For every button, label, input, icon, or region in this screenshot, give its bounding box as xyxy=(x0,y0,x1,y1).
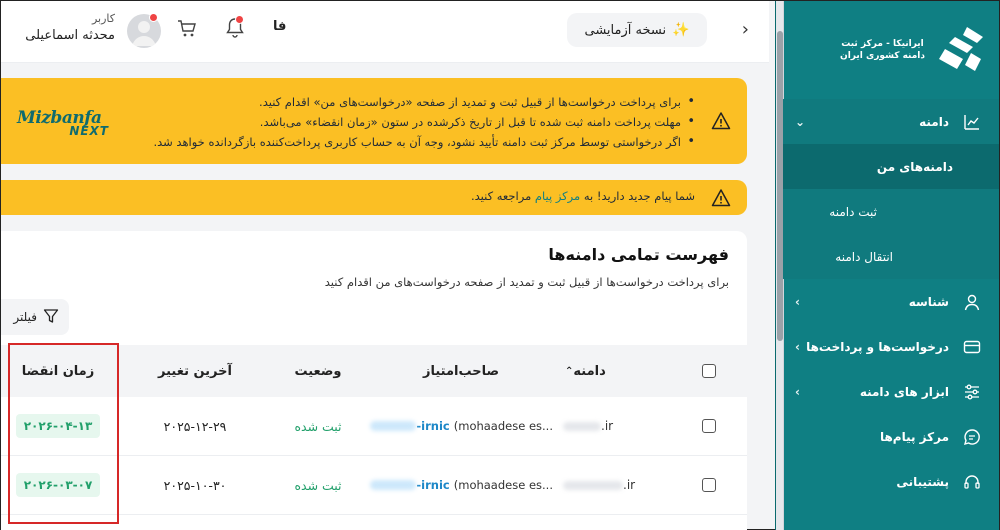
page-subtitle: برای پرداخت درخواست‌ها از قبیل ثبت و تمد… xyxy=(324,275,729,289)
alert-item: مهلت پرداخت دامنه ثبت شده تا قبل از تاری… xyxy=(153,112,695,132)
redacted-domain xyxy=(563,421,601,431)
chevron-left-icon: › xyxy=(795,339,800,354)
warning-icon xyxy=(711,188,731,208)
warning-icon xyxy=(711,111,731,131)
chevron-down-icon: ⌄ xyxy=(795,114,806,129)
sidebar-item-message-center[interactable]: مرکز پیام‌ها xyxy=(783,414,999,459)
alert-list: برای پرداخت درخواست‌ها از قبیل ثبت و تمد… xyxy=(153,92,695,152)
message-text: شما پیام جدید دارید! به مرکز پیام مراجعه… xyxy=(471,189,695,203)
domain-tld: .ir xyxy=(623,478,636,492)
domain-tld: .ir xyxy=(601,419,614,433)
chart-icon xyxy=(961,111,983,133)
demo-version-button[interactable]: ✨ نسخه آزمایشی xyxy=(567,13,707,47)
message-prefix: شما پیام جدید دارید! به xyxy=(583,189,695,203)
sliders-icon xyxy=(961,381,983,403)
chevron-left-icon: › xyxy=(795,294,800,309)
sidebar-nav: دامنه ⌄ دامنه‌های من ثبت دامنه انتقال دا… xyxy=(783,99,999,504)
chevron-left-icon: › xyxy=(795,384,800,399)
status-badge: ثبت شده xyxy=(294,418,342,434)
sidebar-item-label: مرکز پیام‌ها xyxy=(879,429,949,444)
alert-item: اگر درخواستی توسط مرکز ثبت دامنه تأیید ن… xyxy=(153,132,695,152)
cart-icon[interactable] xyxy=(177,19,197,39)
sidebar-item-domain-tools[interactable]: ابزار های دامنه › xyxy=(783,369,999,414)
mizbanfa-logo: Mizbanfa NEXT xyxy=(17,108,109,138)
user-icon xyxy=(961,291,983,313)
sidebar-item-my-domains[interactable]: دامنه‌های من xyxy=(783,144,999,189)
headset-icon xyxy=(961,471,983,493)
filter-icon xyxy=(43,308,59,327)
sidebar-item-label: انتقال دامنه xyxy=(835,249,893,264)
sidebar: ایرانیکا - مرکز ثبت دامنه کشوری ایران دا… xyxy=(775,1,999,530)
sidebar-item-transfer-domain[interactable]: انتقال دامنه xyxy=(783,234,999,279)
info-alert: برای پرداخت درخواست‌ها از قبیل ثبت و تمد… xyxy=(1,78,747,164)
sidebar-item-label: شناسه xyxy=(908,294,949,309)
message-center-link[interactable]: مرکز پیام xyxy=(535,189,580,203)
notification-dot xyxy=(235,15,244,24)
col-owner: صاحب‌امتیاز xyxy=(422,363,500,379)
language-switch[interactable]: فا xyxy=(273,19,286,34)
message-suffix: مراجعه کنید. xyxy=(470,189,532,203)
sidebar-item-register-domain[interactable]: ثبت دامنه xyxy=(783,189,999,234)
card-icon xyxy=(961,336,983,358)
domains-table: دامنه ⌃ صاحب‌امتیاز وضعیت آخرین تغییر زما… xyxy=(1,345,747,515)
sidebar-item-identity[interactable]: شناسه › xyxy=(783,279,999,324)
sidebar-item-support[interactable]: پشتیبانی xyxy=(783,459,999,504)
sidebar-item-label: دامنه‌های من xyxy=(876,159,953,174)
demo-label: نسخه آزمایشی xyxy=(584,22,667,38)
expire-date-badge: ۲۰۲۶-۰۴-۱۳ xyxy=(15,414,101,438)
filter-button[interactable]: فیلتر xyxy=(1,299,69,335)
avatar-status-dot xyxy=(149,13,158,22)
chat-icon xyxy=(961,426,983,448)
message-alert: شما پیام جدید دارید! به مرکز پیام مراجعه… xyxy=(1,180,747,215)
sidebar-item-label: دامنه xyxy=(919,114,949,129)
sort-arrow-icon: ⌃ xyxy=(565,365,574,377)
user-role: کاربر xyxy=(91,12,115,25)
irnic-logo-icon xyxy=(939,27,983,71)
redacted-owner xyxy=(370,480,417,490)
sidebar-item-domain[interactable]: دامنه ⌄ xyxy=(783,99,999,144)
table-header: دامنه ⌃ صاحب‌امتیاز وضعیت آخرین تغییر زما… xyxy=(1,345,747,397)
col-domain[interactable]: دامنه ⌃ xyxy=(561,345,671,397)
logo[interactable]: ایرانیکا - مرکز ثبت دامنه کشوری ایران xyxy=(783,1,999,99)
sidebar-item-requests[interactable]: درخواست‌ها و پرداخت‌ها › xyxy=(783,324,999,369)
expire-date-badge: ۲۰۲۶-۰۳-۰۷ xyxy=(15,473,101,497)
domain-list-card: فهرست تمامی دامنه‌ها برای پرداخت درخواست… xyxy=(1,231,747,530)
col-last-change: آخرین تغییر xyxy=(158,363,232,379)
owner-name: (mohaadese es... xyxy=(453,478,553,492)
sparkle-icon: ✨ xyxy=(672,22,690,38)
bell-icon[interactable] xyxy=(225,15,245,39)
row-checkbox[interactable] xyxy=(702,419,716,433)
logo-text: ایرانیکا - مرکز ثبت دامنه کشوری ایران xyxy=(840,39,925,61)
sidebar-item-label: ثبت دامنه xyxy=(829,204,877,219)
owner-handle: -irnic xyxy=(416,478,450,492)
table-row[interactable]: .ir (mohaadese es... -irnic ثبت شده ۲۰۲۵… xyxy=(1,456,747,515)
table-row[interactable]: .ir (mohaadese es... -irnic ثبت شده ۲۰۲۵… xyxy=(1,397,747,456)
col-expire: زمان انقضا xyxy=(21,363,95,379)
sidebar-item-label: درخواست‌ها و پرداخت‌ها xyxy=(806,339,949,354)
owner-name: (mohaadese es... xyxy=(453,419,553,433)
user-info[interactable]: کاربر محدثه اسماعیلی xyxy=(15,12,115,43)
topbar: ‹ ✨ نسخه آزمایشی فا کاربر محدثه اسماعیلی xyxy=(1,1,769,63)
row-checkbox[interactable] xyxy=(702,478,716,492)
main-content: ‹ ✨ نسخه آزمایشی فا کاربر محدثه اسماعیلی… xyxy=(1,1,769,530)
alert-item: برای پرداخت درخواست‌ها از قبیل ثبت و تمد… xyxy=(153,92,695,112)
redacted-domain xyxy=(563,480,623,490)
sidebar-item-label: پشتیبانی xyxy=(896,474,949,489)
select-all-checkbox[interactable] xyxy=(702,364,716,378)
last-change-date: ۲۰۲۵-۱۰-۳۰ xyxy=(163,477,227,493)
last-change-date: ۲۰۲۵-۱۲-۲۹ xyxy=(163,418,227,434)
owner-handle: -irnic xyxy=(416,419,450,433)
page-title: فهرست تمامی دامنه‌ها xyxy=(548,245,729,264)
filter-label: فیلتر xyxy=(13,310,37,324)
chevron-left-icon[interactable]: ‹ xyxy=(742,19,749,40)
status-badge: ثبت شده xyxy=(294,477,342,493)
redacted-owner xyxy=(370,421,417,431)
col-status: وضعیت xyxy=(294,363,342,379)
user-name: محدثه اسماعیلی xyxy=(25,28,115,43)
sidebar-item-label: ابزار های دامنه xyxy=(859,384,949,399)
